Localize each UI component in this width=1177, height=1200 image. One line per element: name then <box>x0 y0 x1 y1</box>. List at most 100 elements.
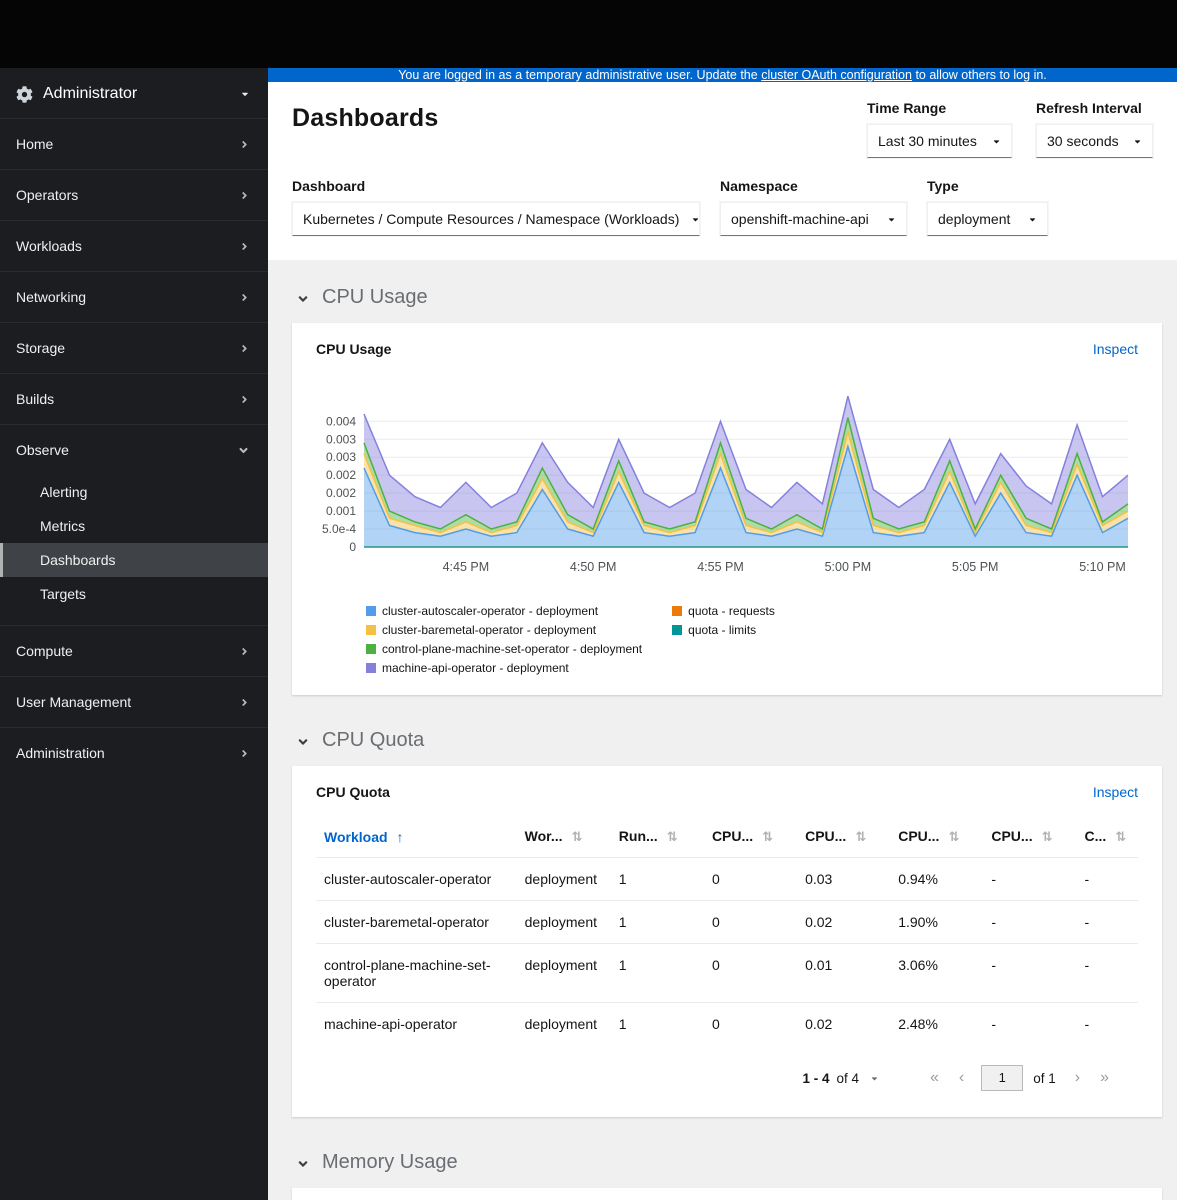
legend-swatch <box>366 625 376 635</box>
sortable-icon: ⇅ <box>948 829 960 844</box>
refresh-interval-value: 30 seconds <box>1047 133 1119 149</box>
chevron-right-icon <box>239 190 250 201</box>
chevron-right-icon <box>239 646 250 657</box>
sidebar-item-home[interactable]: Home <box>0 118 268 169</box>
sidebar-item-compute[interactable]: Compute <box>0 625 268 676</box>
svg-text:4:55 PM: 4:55 PM <box>697 560 744 574</box>
sortable-icon: ⇅ <box>855 829 867 844</box>
namespace-value: openshift-machine-api <box>731 211 869 227</box>
column-header-3[interactable]: CPU... ⇅ <box>704 816 797 858</box>
type-select[interactable]: deployment <box>927 202 1048 236</box>
chevron-down-icon <box>296 292 310 306</box>
sortable-icon: ⇅ <box>1041 829 1053 844</box>
namespace-select[interactable]: openshift-machine-api <box>720 202 907 236</box>
svg-text:0.002: 0.002 <box>326 486 356 500</box>
sidebar-item-dashboards[interactable]: Dashboards <box>0 543 268 577</box>
legend-item: control-plane-machine-set-operator - dep… <box>366 642 642 656</box>
caret-down-icon <box>870 1074 879 1083</box>
refresh-interval-select[interactable]: 30 seconds <box>1036 124 1153 158</box>
cog-icon <box>16 85 33 103</box>
svg-text:0.003: 0.003 <box>326 432 356 446</box>
memory-usage-section-toggle[interactable]: Memory Usage <box>296 1151 1162 1174</box>
sidebar-item-label: Workloads <box>16 238 82 254</box>
perspective-switcher[interactable]: Administrator <box>0 68 268 118</box>
sidebar-item-label: Home <box>16 136 54 152</box>
sidebar-item-alerting[interactable]: Alerting <box>0 475 268 509</box>
sidebar-item-label: Compute <box>16 643 73 659</box>
table-cell: - <box>1084 871 1090 887</box>
oauth-configuration-link[interactable]: cluster OAuth configuration <box>761 68 912 82</box>
table-cell: 1 <box>618 1016 627 1032</box>
column-header-4[interactable]: CPU... ⇅ <box>797 816 890 858</box>
chevron-down-icon <box>237 444 250 457</box>
sortable-icon: ⇅ <box>1115 829 1127 844</box>
sidebar-item-label: Operators <box>16 187 79 203</box>
last-page-button[interactable]: » <box>1091 1067 1118 1089</box>
type-label: Type <box>927 178 959 194</box>
column-label: C... <box>1084 828 1107 844</box>
sidebar-item-administration[interactable]: Administration <box>0 727 268 778</box>
table-cell: 0.03 <box>805 871 833 887</box>
table-cell: deployment <box>524 1016 598 1032</box>
cpu-usage-chart: 0 5.0e-4 0.001 0.002 0.002 0.003 0.003 0.004 4:4… <box>292 369 1162 594</box>
page-count-label: of 1 <box>1033 1070 1056 1086</box>
legend-label: machine-api-operator - deployment <box>382 661 569 675</box>
table-row: cluster-baremetal-operator deployment 1 0 0.… <box>316 900 1138 944</box>
chevron-down-icon <box>296 1157 310 1171</box>
legend-item: quota - requests <box>672 604 775 618</box>
memory-usage-card <box>292 1188 1162 1200</box>
dashboard-select[interactable]: Kubernetes / Compute Resources / Namespa… <box>292 202 700 236</box>
banner-text-after: to allow others to log in. <box>911 68 1047 82</box>
sortable-icon: ⇅ <box>666 829 678 844</box>
column-header-7[interactable]: C... ⇅ <box>1077 816 1139 858</box>
svg-text:0.002: 0.002 <box>326 468 356 482</box>
sidebar-item-targets[interactable]: Targets <box>0 577 268 611</box>
table-cell: - <box>1084 1016 1090 1032</box>
sidebar-item-observe[interactable]: Observe <box>0 424 268 475</box>
refresh-interval-label: Refresh Interval <box>1036 100 1142 116</box>
cpu-usage-section-toggle[interactable]: CPU Usage <box>296 286 1162 309</box>
pagination-range: 1 - 4 <box>802 1070 830 1086</box>
column-header-0[interactable]: Workload ↑ <box>316 816 517 858</box>
type-value: deployment <box>938 211 1011 227</box>
banner-text: You are logged in as a temporary adminis… <box>398 68 762 82</box>
caret-down-icon <box>992 137 1001 146</box>
sidebar-item-operators[interactable]: Operators <box>0 169 268 220</box>
column-header-5[interactable]: CPU... ⇅ <box>890 816 983 858</box>
next-page-button[interactable]: › <box>1066 1067 1089 1089</box>
chevron-right-icon <box>239 241 250 252</box>
svg-text:0: 0 <box>349 540 356 554</box>
page-title: Dashboards <box>292 104 439 132</box>
pagination-menu-toggle[interactable]: 1 - 4 of 4 <box>802 1071 879 1086</box>
sidebar-item-storage[interactable]: Storage <box>0 322 268 373</box>
sidebar-item-networking[interactable]: Networking <box>0 271 268 322</box>
legend-item: cluster-autoscaler-operator - deployment <box>366 604 642 618</box>
cpu-usage-card: CPU Usage Inspect 0 5.0e-4 0.001 0.002 0.002… <box>292 323 1162 695</box>
sidebar-item-metrics[interactable]: Metrics <box>0 509 268 543</box>
inspect-link[interactable]: Inspect <box>1093 784 1138 800</box>
previous-page-button[interactable]: ‹ <box>950 1067 973 1089</box>
workload-cell: cluster-baremetal-operator <box>324 914 489 930</box>
sidebar-item-workloads[interactable]: Workloads <box>0 220 268 271</box>
table-cell: 1 <box>618 914 627 930</box>
legend-label: quota - limits <box>688 623 757 637</box>
current-page-input[interactable]: 1 <box>981 1065 1024 1091</box>
cpu-quota-section-toggle[interactable]: CPU Quota <box>296 729 1162 752</box>
table-cell: 1 <box>618 871 627 887</box>
sidebar-item-label: Observe <box>16 442 69 458</box>
time-range-select[interactable]: Last 30 minutes <box>867 124 1012 158</box>
column-label: CPU... <box>898 828 940 844</box>
table-row: control-plane-machine-set-operator deploy… <box>316 943 1138 1003</box>
dashboard-label: Dashboard <box>292 178 366 194</box>
inspect-link[interactable]: Inspect <box>1093 341 1138 357</box>
sidebar-item-user-management[interactable]: User Management <box>0 676 268 727</box>
legend-label: control-plane-machine-set-operator - dep… <box>382 642 643 656</box>
column-header-2[interactable]: Run... ⇅ <box>611 816 704 858</box>
first-page-button[interactable]: « <box>921 1067 948 1089</box>
sidebar-item-builds[interactable]: Builds <box>0 373 268 424</box>
column-header-1[interactable]: Wor... ⇅ <box>517 816 611 858</box>
side-navigation: Home Operators Workloads Networking Storage B… <box>0 118 268 778</box>
workload-cell: machine-api-operator <box>324 1016 458 1032</box>
column-header-6[interactable]: CPU... ⇅ <box>983 816 1076 858</box>
table-cell: 3.06% <box>898 957 938 973</box>
